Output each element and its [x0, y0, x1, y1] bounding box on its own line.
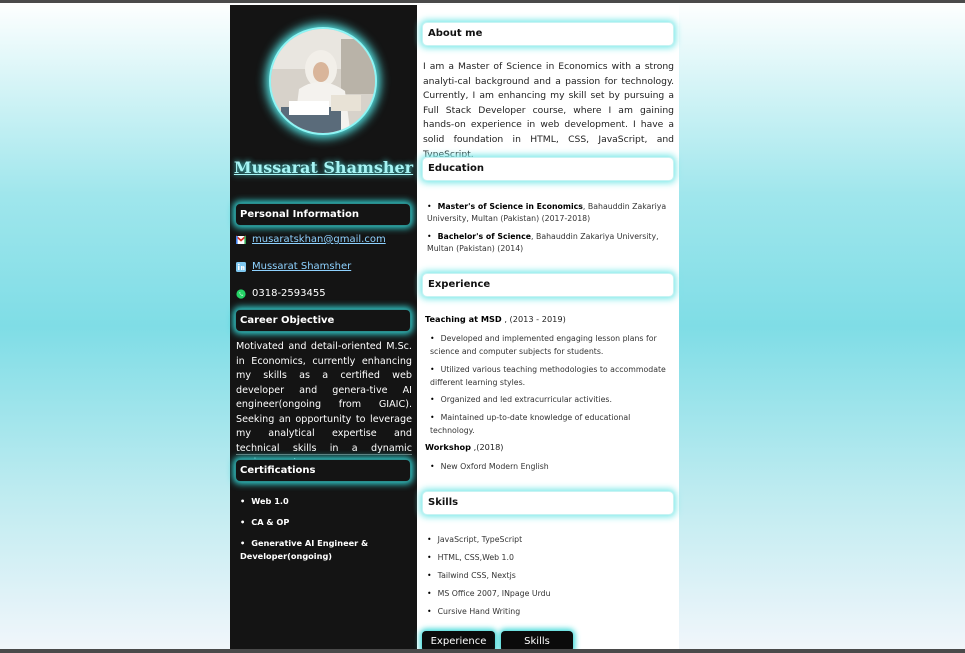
degree-title: Bachelor's of Science [437, 232, 532, 241]
education-item: Master's of Science in Economics, Bahaud… [427, 201, 672, 225]
skill-item: MS Office 2007, INpage Urdu [427, 589, 551, 598]
skill-item: JavaScript, TypeScript [427, 535, 522, 544]
certifications-list: Web 1.0 CA & OP Generative AI Engineer &… [240, 495, 412, 571]
job-title: Teaching at MSD , (2013 - 2019) [425, 314, 566, 324]
email-contact: musaratskhan@gmail.com [235, 234, 386, 245]
skill-item: HTML, CSS,Web 1.0 [427, 553, 514, 562]
job-years: ,(2018) [471, 442, 504, 452]
personal-info-heading: Personal Information [235, 203, 411, 226]
about-text: I am a Master of Science in Economics wi… [423, 61, 674, 160]
education-heading: Education [422, 157, 674, 181]
job-years: , (2013 - 2019) [501, 314, 566, 324]
window-top-border [0, 0, 965, 3]
gmail-icon [235, 234, 247, 245]
phone-number: 0318-2593455 [252, 288, 326, 299]
experience-heading: Experience [422, 273, 674, 297]
cert-item: CA & OP [240, 516, 412, 529]
profile-photo [271, 29, 375, 133]
cert-item: Generative AI Engineer & Developer(ongoi… [240, 537, 412, 563]
about-heading: About me [422, 22, 674, 46]
cert-item: Web 1.0 [240, 495, 412, 508]
whatsapp-icon [236, 288, 246, 299]
avatar [269, 27, 377, 135]
experience-item: Developed and implemented engaging lesso… [430, 332, 670, 358]
experience-item: Organized and led extracurricular activi… [430, 393, 670, 406]
skill-item: Tailwind CSS, Nextjs [427, 571, 516, 580]
experience-item: Maintained up-to-date knowledge of educa… [430, 411, 670, 437]
linkedin-contact: Mussarat Shamsher [236, 261, 351, 272]
email-link[interactable]: musaratskhan@gmail.com [252, 234, 386, 245]
sidebar: Mussarat Shamsher Personal Information m… [230, 5, 417, 650]
skills-heading: Skills [422, 491, 674, 515]
job-name: Teaching at MSD [425, 314, 502, 324]
skill-item: Cursive Hand Writing [427, 607, 520, 616]
linkedin-icon [236, 261, 246, 272]
main-content: About me I am a Master of Science in Eco… [417, 5, 679, 652]
experience-item: New Oxford Modern English [430, 460, 670, 473]
career-objective-text: Motivated and detail-oriented M.Sc. in E… [236, 341, 412, 468]
resume-container: Mussarat Shamsher Personal Information m… [230, 5, 679, 652]
certifications-heading: Certifications [235, 459, 411, 482]
experience-item: Utilized various teaching methodologies … [430, 363, 670, 389]
window-bottom-border [0, 649, 965, 653]
career-objective-heading: Career Objective [235, 309, 411, 332]
linkedin-link[interactable]: Mussarat Shamsher [252, 261, 351, 272]
degree-title: Master's of Science in Economics [437, 202, 583, 211]
job-title: Workshop ,(2018) [425, 442, 503, 452]
divider [236, 454, 412, 455]
phone-contact: 0318-2593455 [236, 288, 326, 299]
profile-name: Mussarat Shamsher [233, 158, 414, 177]
education-item: Bachelor's of Science, Bahauddin Zakariy… [427, 231, 672, 255]
job-name: Workshop [425, 442, 472, 452]
